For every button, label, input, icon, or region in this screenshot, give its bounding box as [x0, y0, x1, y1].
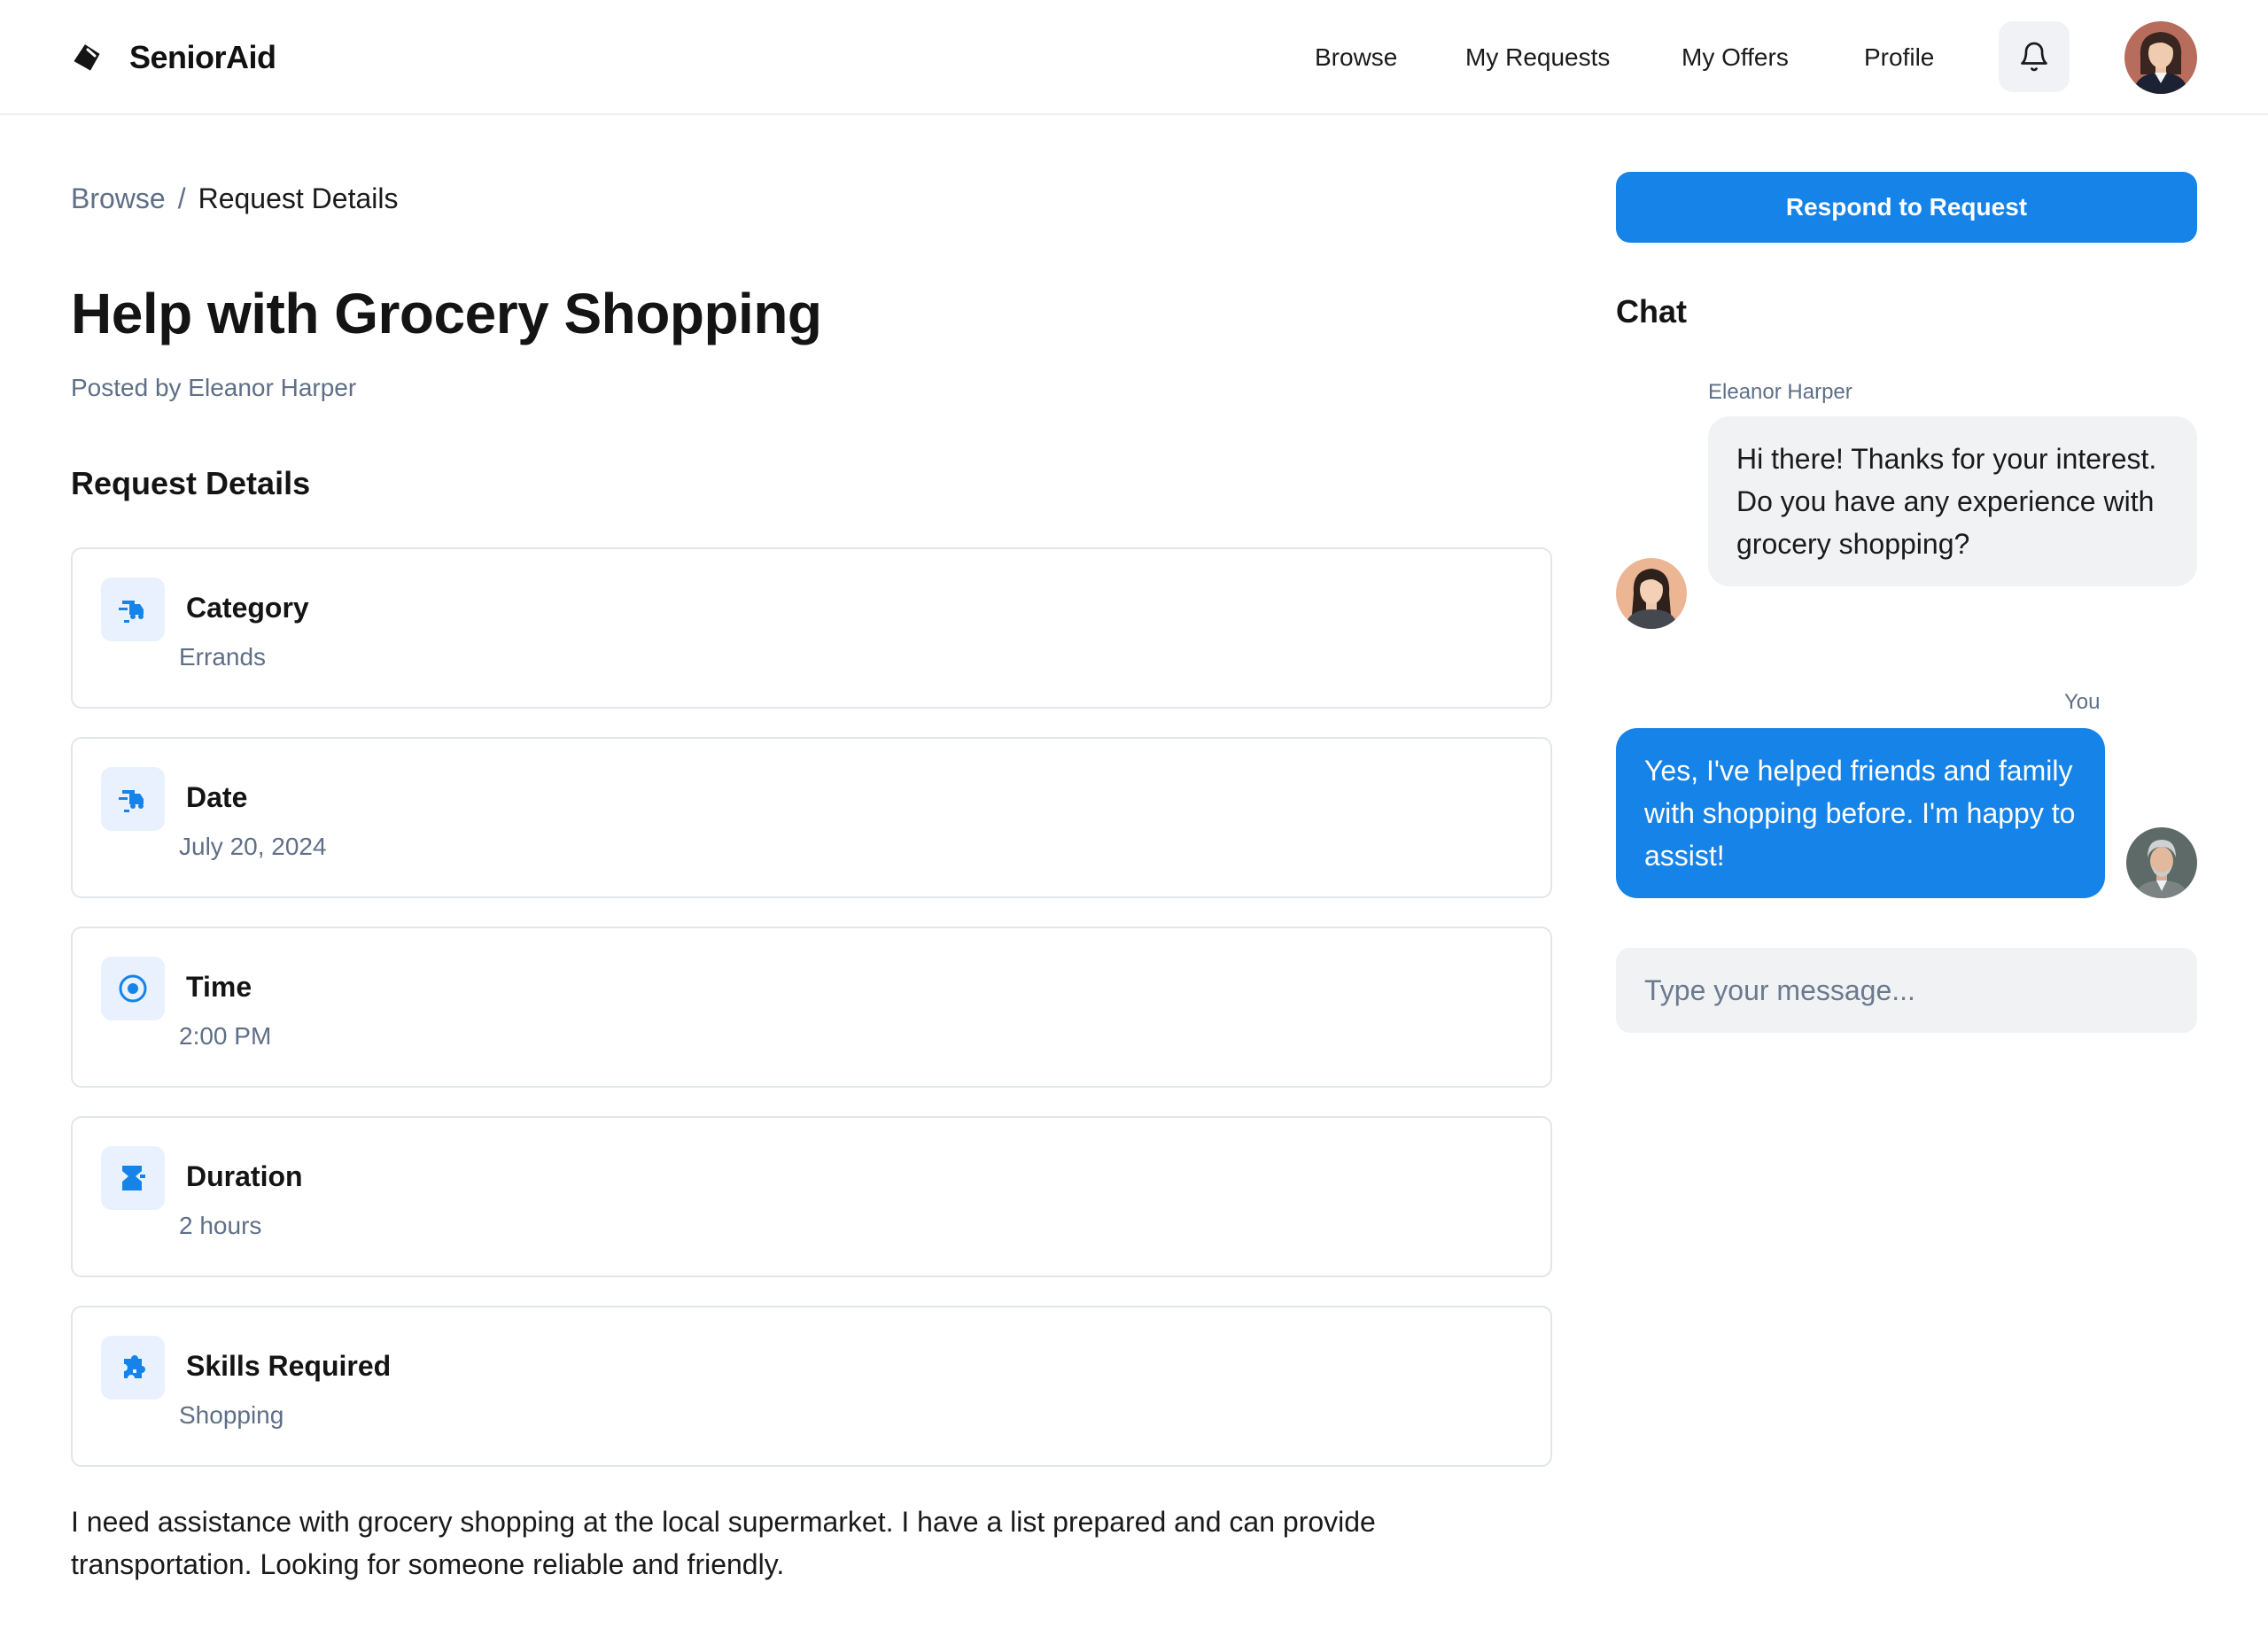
nav-browse[interactable]: Browse	[1315, 35, 1397, 80]
detail-card-duration: Duration 2 hours	[71, 1116, 1552, 1277]
detail-card-date: Date July 20, 2024	[71, 737, 1552, 898]
breadcrumb-browse-link[interactable]: Browse	[71, 182, 166, 214]
nav-my-requests[interactable]: My Requests	[1465, 35, 1610, 80]
bell-icon	[2021, 42, 2047, 72]
posted-by: Posted by Eleanor Harper	[71, 374, 357, 401]
detail-value: 2 hours	[179, 1212, 262, 1239]
detail-label: Time	[186, 971, 252, 1003]
chat-message-incoming: Hi there! Thanks for your interest. Do y…	[1708, 416, 2197, 586]
hourglass-icon	[101, 1146, 165, 1210]
user-avatar[interactable]	[2124, 21, 2197, 94]
detail-value: July 20, 2024	[179, 833, 327, 860]
detail-label: Skills Required	[186, 1350, 392, 1382]
detail-label: Category	[186, 592, 309, 624]
brand-name: SeniorAid	[129, 39, 276, 75]
brand[interactable]: SeniorAid	[71, 35, 276, 80]
chat-message-input[interactable]	[1616, 948, 2197, 1033]
sender-avatar	[1616, 558, 1687, 629]
detail-card-time: Time 2:00 PM	[71, 927, 1552, 1088]
detail-value: 2:00 PM	[179, 1022, 272, 1050]
detail-label: Date	[186, 781, 248, 813]
puzzle-icon	[101, 1336, 165, 1400]
nav-my-offers[interactable]: My Offers	[1682, 35, 1789, 80]
breadcrumb-separator: /	[177, 182, 186, 214]
delivery-icon	[101, 767, 165, 831]
detail-value: Shopping	[179, 1401, 284, 1429]
detail-label: Duration	[186, 1160, 303, 1192]
message-sender: You	[2064, 690, 2101, 714]
message-sender: Eleanor Harper	[1708, 380, 1852, 404]
top-navbar: SeniorAid Browse My Requests My Offers P…	[0, 0, 2268, 115]
respond-to-request-button[interactable]: Respond to Request	[1616, 172, 2197, 243]
detail-value: Errands	[179, 643, 267, 671]
logo-icon	[74, 44, 100, 71]
detail-card-category: Category Errands	[71, 547, 1552, 709]
delivery-icon	[101, 578, 165, 641]
page-title: Help with Grocery Shopping	[71, 282, 822, 345]
clock-icon	[101, 957, 165, 1020]
request-description: I need assistance with grocery shopping …	[71, 1506, 1376, 1580]
my-avatar	[2126, 827, 2197, 898]
notifications-button[interactable]	[1999, 21, 2070, 92]
detail-card-skills: Skills Required Shopping	[71, 1306, 1552, 1467]
breadcrumb: Browse / Request Details	[71, 179, 398, 218]
breadcrumb-current: Request Details	[198, 182, 399, 214]
section-title: Request Details	[71, 465, 311, 501]
nav-profile[interactable]: Profile	[1864, 35, 1934, 80]
chat-title: Chat	[1616, 293, 1687, 330]
avatar-image	[2124, 21, 2197, 94]
chat-message-outgoing: Yes, I've helped friends and family with…	[1616, 728, 2105, 898]
